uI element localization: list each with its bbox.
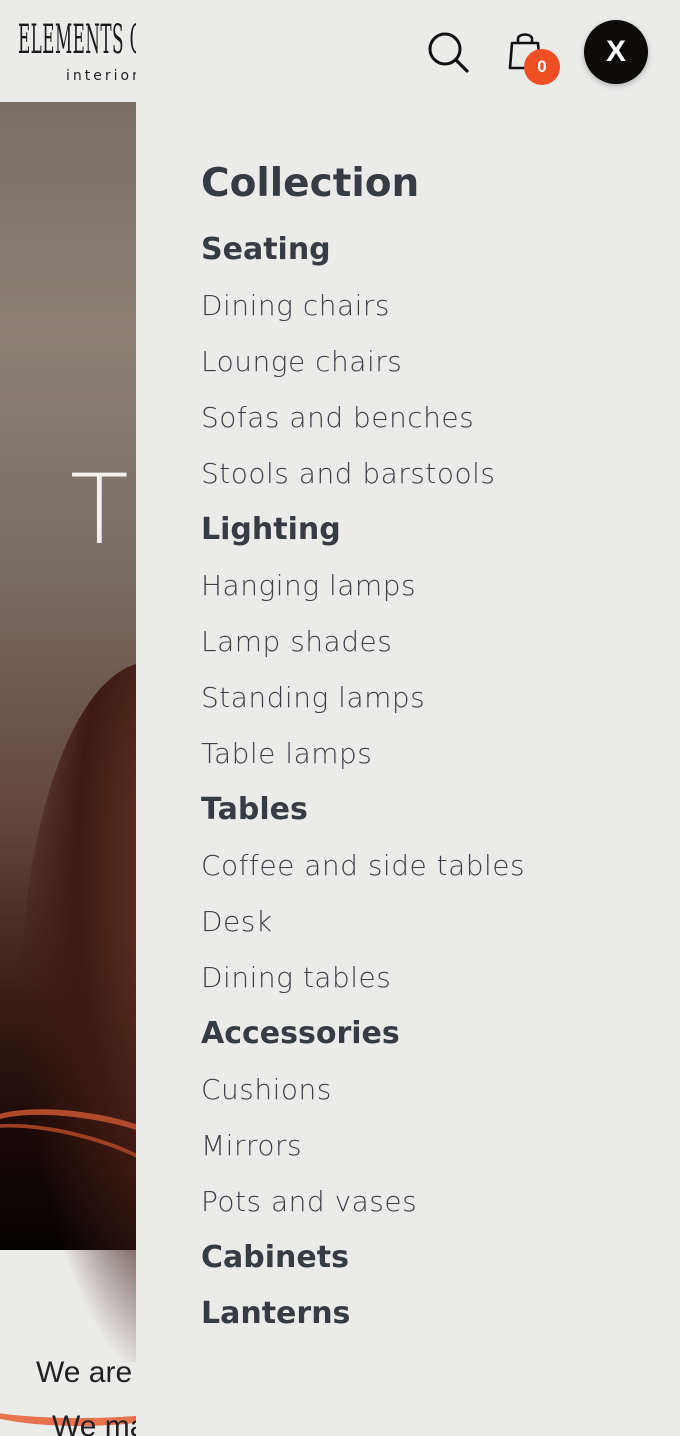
hero-shape <box>20 662 136 1362</box>
cart-count-badge: 0 <box>524 49 560 85</box>
menu-heading-lanterns[interactable]: Lanterns <box>201 1294 525 1334</box>
menu-title: Collection <box>201 161 420 206</box>
hero-title: TI <box>70 454 136 566</box>
close-menu-button[interactable]: X <box>584 20 648 84</box>
menu-item-hanging-lamps[interactable]: Hanging lamps <box>201 566 525 606</box>
menu-heading-seating[interactable]: Seating <box>201 230 525 270</box>
menu-drawer: Collection Seating Dining chairs Lounge … <box>136 0 680 1436</box>
menu-heading-lighting[interactable]: Lighting <box>201 510 525 550</box>
collection-menu: Collection Seating Dining chairs Lounge … <box>201 158 525 1350</box>
search-button[interactable] <box>426 30 470 74</box>
intro-text-line-2: We ma <box>52 1410 136 1436</box>
menu-item-table-lamps[interactable]: Table lamps <box>201 734 525 774</box>
menu-heading-tables[interactable]: Tables <box>201 790 525 830</box>
intro-text-line-1: We are <box>36 1356 133 1389</box>
background-page: ELEMENTS COLLECTION interior TI We are W… <box>0 0 136 1436</box>
cart-button[interactable]: 0 <box>506 30 562 86</box>
menu-item-cushions[interactable]: Cushions <box>201 1070 525 1110</box>
logo-subtitle: interior <box>66 68 136 84</box>
menu-item-lamp-shades[interactable]: Lamp shades <box>201 622 525 662</box>
menu-item-pots-and-vases[interactable]: Pots and vases <box>201 1182 525 1222</box>
menu-heading-accessories[interactable]: Accessories <box>201 1014 525 1054</box>
menu-item-sofas-and-benches[interactable]: Sofas and benches <box>201 398 525 438</box>
hero-image: TI <box>0 102 136 1362</box>
menu-item-standing-lamps[interactable]: Standing lamps <box>201 678 525 718</box>
menu-item-mirrors[interactable]: Mirrors <box>201 1126 525 1166</box>
logo-text: ELEMENTS COLLECTION <box>18 17 136 63</box>
brand-logo[interactable]: ELEMENTS COLLECTION interior <box>18 17 136 84</box>
menu-group-lanterns: Lanterns <box>201 1294 525 1334</box>
menu-group-accessories: Accessories Cushions Mirrors Pots and va… <box>201 1014 525 1222</box>
menu-item-stools-and-barstools[interactable]: Stools and barstools <box>201 454 525 494</box>
menu-group-lighting: Lighting Hanging lamps Lamp shades Stand… <box>201 510 525 774</box>
menu-item-dining-tables[interactable]: Dining tables <box>201 958 525 998</box>
menu-group-tables: Tables Coffee and side tables Desk Dinin… <box>201 790 525 998</box>
menu-group-cabinets: Cabinets <box>201 1238 525 1278</box>
search-icon <box>428 32 469 73</box>
menu-group-seating: Seating Dining chairs Lounge chairs Sofa… <box>201 230 525 494</box>
menu-item-lounge-chairs[interactable]: Lounge chairs <box>201 342 525 382</box>
menu-heading-cabinets[interactable]: Cabinets <box>201 1238 525 1278</box>
menu-item-coffee-and-side-tables[interactable]: Coffee and side tables <box>201 846 525 886</box>
menu-item-desk[interactable]: Desk <box>201 902 525 942</box>
menu-item-dining-chairs[interactable]: Dining chairs <box>201 286 525 326</box>
